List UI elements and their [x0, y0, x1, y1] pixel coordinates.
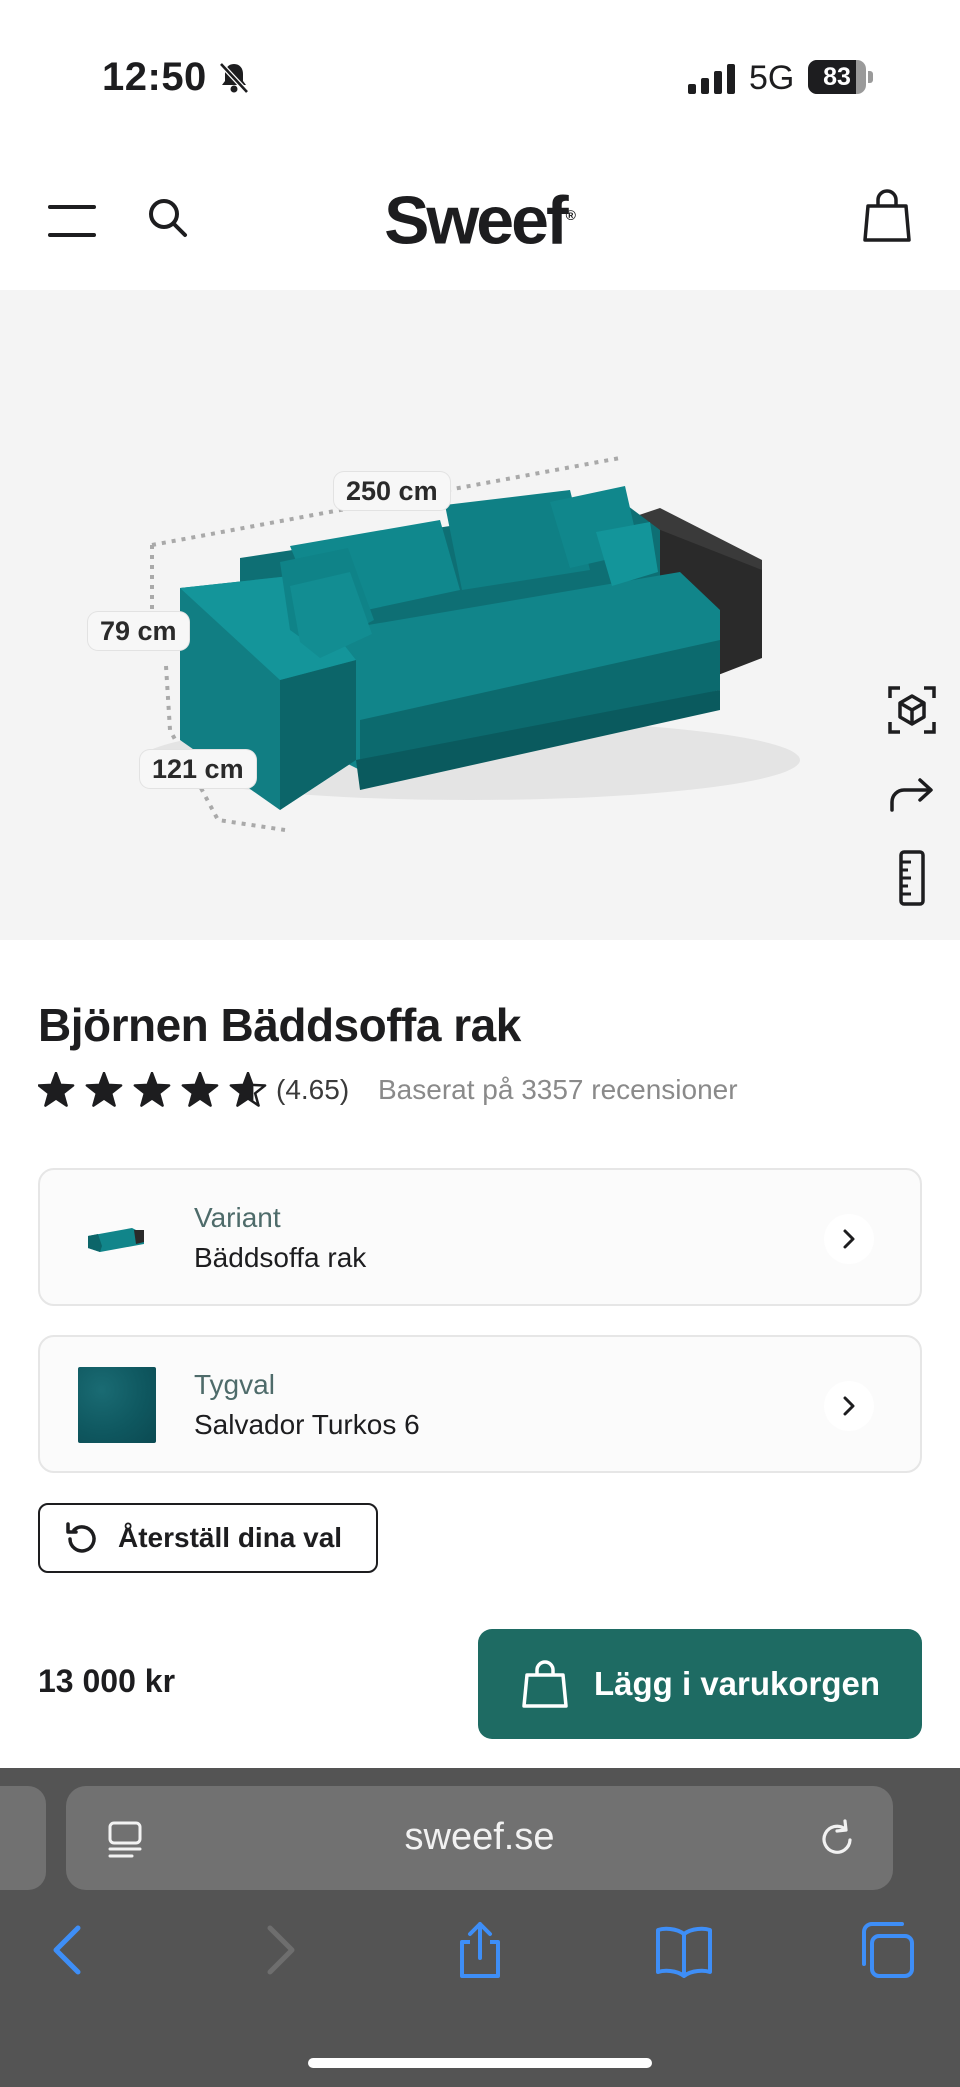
forward-icon[interactable] [248, 1920, 308, 1980]
shopping-bag-icon[interactable] [862, 188, 912, 244]
share-icon[interactable] [450, 1920, 510, 1980]
back-icon[interactable] [40, 1920, 100, 1980]
address-bar[interactable]: sweef.se [66, 1786, 893, 1890]
chevron-right-icon[interactable] [824, 1214, 874, 1264]
status-time: 12:50 [102, 55, 207, 99]
search-icon[interactable] [146, 196, 190, 240]
product-rating[interactable]: (4.65) Baserat på 3357 recensioner [38, 1070, 938, 1112]
product-3d-viewer[interactable]: 250 cm 79 cm 121 cm [0, 290, 960, 940]
battery-icon: 83 [808, 60, 874, 94]
chevron-right-icon[interactable] [824, 1381, 874, 1431]
site-logo[interactable]: Sweef® [380, 170, 580, 260]
variant-value: Bäddsoffa rak [194, 1242, 367, 1273]
signal-icon [688, 64, 735, 94]
star-fill [134, 1073, 170, 1106]
url-text[interactable]: sweef.se [66, 1816, 893, 1859]
rating-value: (4.65) [276, 1074, 350, 1105]
menu-icon[interactable] [48, 205, 96, 239]
dimension-width-label: 250 cm [334, 472, 450, 510]
variant-label: Variant [194, 1202, 281, 1233]
status-bar: 12:50 5G 83 [0, 0, 960, 130]
star-fill [182, 1073, 218, 1106]
reload-icon[interactable] [818, 1818, 858, 1860]
bell-slash-icon [219, 62, 249, 94]
star-fill [86, 1073, 122, 1106]
rating-stars [38, 1072, 267, 1107]
network-type: 5G [749, 59, 795, 97]
fabric-label: Tygval [194, 1369, 275, 1400]
share-arrow-icon[interactable] [884, 768, 940, 824]
product-title: Björnen Bäddsoffa rak [38, 999, 521, 1051]
add-to-cart-button[interactable]: Lägg i varukorgen [478, 1629, 922, 1739]
reset-label: Återställ dina val [118, 1522, 343, 1553]
bookmarks-icon[interactable] [654, 1920, 714, 1980]
reset-selections-button[interactable]: Återställ dina val [38, 1503, 378, 1573]
variant-thumbnail [88, 1228, 144, 1252]
home-indicator [308, 2058, 652, 2068]
dimension-height-label: 79 cm [88, 612, 189, 650]
add-to-cart-label: Lägg i varukorgen [594, 1665, 881, 1702]
ruler-icon[interactable] [884, 850, 940, 906]
shopping-bag-icon [522, 1660, 568, 1708]
site-header: Sweef® [0, 130, 960, 290]
battery-percent: 83 [823, 63, 851, 91]
browser-chrome: sweef.se [0, 1768, 960, 2087]
variant-selector[interactable]: Variant Bäddsoffa rak [38, 1168, 922, 1306]
star-fill [38, 1073, 74, 1106]
fabric-selector[interactable]: Tygval Salvador Turkos 6 [38, 1335, 922, 1473]
fabric-swatch [78, 1367, 156, 1443]
previous-tab-peek[interactable] [0, 1786, 46, 1890]
product-price: 13 000 kr [38, 1663, 176, 1699]
fabric-value: Salvador Turkos 6 [194, 1409, 420, 1440]
ar-cube-icon[interactable] [884, 682, 940, 738]
review-count[interactable]: Baserat på 3357 recensioner [378, 1074, 738, 1106]
tabs-icon[interactable] [858, 1920, 918, 1980]
reset-icon [66, 1522, 96, 1553]
dimension-depth-label: 121 cm [140, 750, 256, 788]
